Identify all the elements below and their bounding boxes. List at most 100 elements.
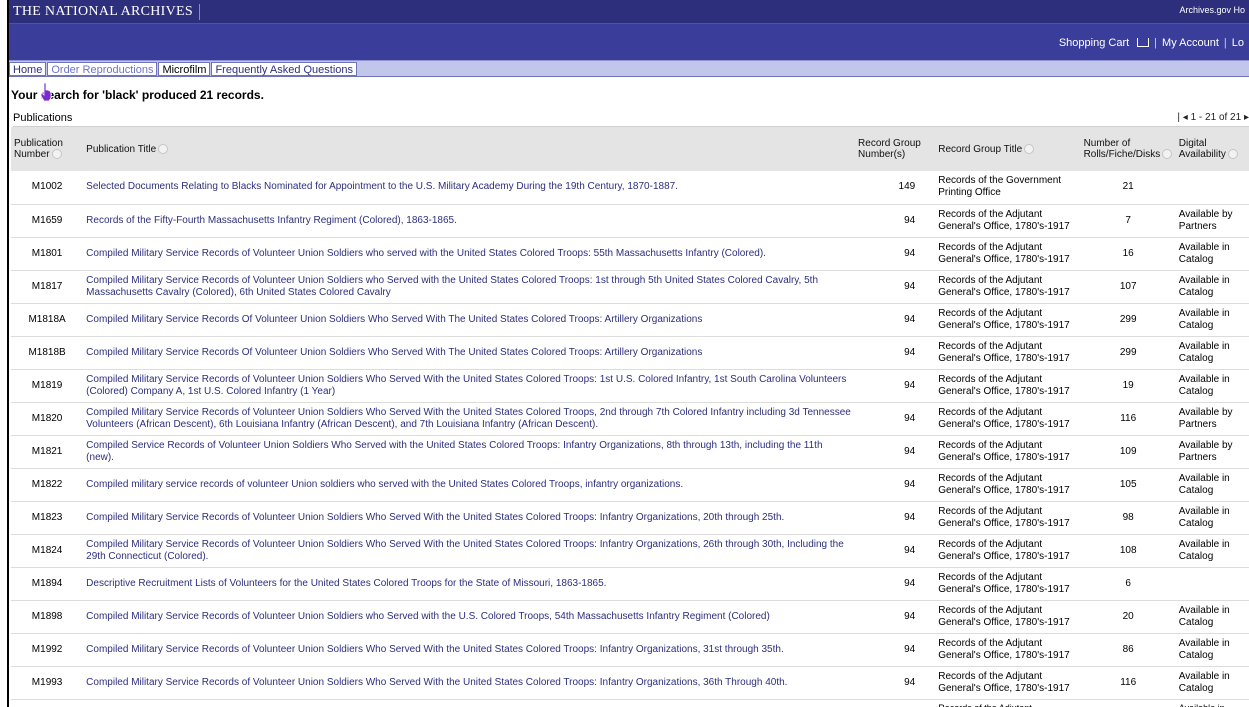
tab-microfilm[interactable]: Microfilm [158,62,211,76]
pub-title-link[interactable]: Compiled Military Service Records of Vol… [83,402,856,436]
pub-title-link[interactable]: Compiled Military Service Records of Vol… [83,369,856,403]
pub-number: M1992 [11,633,84,667]
digital-availability: Available in Catalog [1175,303,1249,337]
my-account-link[interactable]: My Account [1157,37,1224,49]
pub-title-link[interactable]: Compiled Military Service Records of Vol… [83,534,856,568]
pub-title-link[interactable]: Compiled Military Service Records of Vol… [83,666,856,700]
rolls-count: 108 [1080,534,1176,568]
table-row: M1898 Compiled Military Service Records o… [11,600,1249,634]
pager-separator: | [1177,112,1180,123]
pub-title-link[interactable]: Compiled Military Service Records of Vol… [83,237,856,271]
col-number-of-rolls[interactable]: Number of Rolls/Fiche/Disks [1080,127,1176,171]
partial-cell: Available in [1176,699,1249,707]
pub-title-link[interactable]: Selected Documents Relating to Blacks No… [83,171,856,205]
col-record-group-title[interactable]: Record Group Title [935,127,1081,171]
table-row: M1817 Compiled Military Service Records o… [11,270,1249,304]
table-row: M1818A Compiled Military Service Records … [11,303,1249,337]
pub-number: M1993 [11,666,84,700]
col-digital-availability[interactable]: Digital Availability [1175,127,1249,171]
pub-title-link[interactable]: Compiled Military Service Records of Vol… [83,270,856,304]
shopping-cart-link[interactable]: Shopping Cart [1049,37,1154,49]
account-bar: Shopping Cart | My Account | Lo [9,23,1249,60]
nav-tabs: Home Order Reproductions Microfilm Frequ… [9,62,358,76]
pub-title-link[interactable]: Compiled Service Records of Volunteer Un… [83,435,856,469]
archives-home-link[interactable]: Archives.gov Ho [1179,5,1245,15]
table-row: M1819 Compiled Military Service Records o… [11,369,1249,403]
rg-title: Records of the Adjutant General's Office… [935,501,1081,535]
rolls-count: 105 [1080,468,1176,502]
pager: | ◂ 1 - 21 of 21 ▸ [1177,112,1249,123]
col-publication-title[interactable]: Publication Title [83,127,856,171]
rg-title: Records of the Adjutant General's Office… [935,204,1081,238]
prev-page-icon[interactable]: ◂ [1183,112,1188,123]
rg-title: Records of the Adjutant General's Office… [935,633,1081,667]
table-row: M1823 Compiled Military Service Records o… [11,501,1249,535]
rg-title: Records of the Adjutant General's Office… [935,237,1081,271]
digital-availability: Available by Partners [1175,402,1249,436]
pub-title-link[interactable]: Compiled Military Service Records Of Vol… [83,303,856,337]
pub-title-link[interactable]: Compiled Military Service Records of Vol… [83,501,856,535]
rg-title: Records of the Adjutant General's Office… [935,567,1081,601]
pager-text: 1 - 21 of 21 [1190,112,1242,123]
page-frame: THE NATIONAL ARCHIVES Archives.gov Ho Sh… [7,0,1249,707]
rg-number: 94 [855,600,936,634]
rolls-count: 19 [1080,369,1176,403]
partial-cell [83,699,855,707]
top-header: THE NATIONAL ARCHIVES Archives.gov Ho [9,0,1249,23]
digital-availability [1175,567,1249,601]
sort-icon[interactable] [1227,149,1238,160]
rg-number: 94 [855,303,936,337]
shopping-cart-label: Shopping Cart [1058,37,1130,49]
pub-title-link[interactable]: Records of the Fifty-Fourth Massachusett… [83,204,856,238]
partial-cell [1081,699,1176,707]
pub-number: M1820 [11,402,84,436]
pub-number: M1822 [11,468,84,502]
table-row: M1659 Records of the Fifty-Fourth Massach… [11,204,1249,238]
tab-faq[interactable]: Frequently Asked Questions [211,62,358,76]
sort-icon[interactable] [1024,143,1035,154]
rg-title: Records of the Adjutant General's Office… [935,600,1081,634]
col-record-group-number[interactable]: Record Group Number(s) [855,127,936,171]
pub-title-link[interactable]: Compiled military service records of vol… [83,468,856,502]
rg-number: 94 [855,369,936,403]
pub-title-link[interactable]: Descriptive Recruitment Lists of Volunte… [83,567,856,601]
col-label: Record Group Number(s) [858,138,921,160]
tab-order-reproductions[interactable]: Order Reproductions [47,62,158,76]
rolls-count: 21 [1080,171,1176,205]
partial-cell: Records of the Adjutant [935,699,1080,707]
log-link[interactable]: Lo [1227,37,1249,49]
rolls-count: 86 [1080,633,1176,667]
rolls-count: 299 [1080,303,1176,337]
sort-icon[interactable] [1162,149,1173,160]
pub-title-link[interactable]: Compiled Military Service Records of Vol… [83,600,856,634]
rolls-count: 6 [1080,567,1176,601]
rg-number: 94 [855,270,936,304]
sort-icon[interactable] [51,149,62,160]
pub-number: M1821 [11,435,84,469]
next-page-icon[interactable]: ▸ [1244,112,1249,123]
site-title[interactable]: THE NATIONAL ARCHIVES [13,4,200,20]
pub-number: M1659 [11,204,84,238]
pub-number: M1819 [11,369,84,403]
rg-title: Records of the Adjutant General's Office… [935,435,1081,469]
pub-title-link[interactable]: Compiled Military Service Records Of Vol… [83,336,856,370]
cart-icon [1137,38,1150,47]
sort-icon[interactable] [158,143,169,154]
digital-availability: Available in Catalog [1175,666,1249,700]
pub-number: M1817 [11,270,84,304]
table-row: M1818B Compiled Military Service Records … [11,336,1249,370]
rolls-count: 109 [1080,435,1176,469]
digital-availability: Available in Catalog [1175,633,1249,667]
digital-availability [1175,171,1249,205]
pub-title-link[interactable]: Compiled Military Service Records of Vol… [83,633,856,667]
partial-cell [11,699,83,707]
rg-title: Records of the Adjutant General's Office… [935,270,1081,304]
rg-title: Records of the Adjutant General's Office… [935,666,1081,700]
pub-number: M1818B [11,336,84,370]
rg-number: 94 [855,534,936,568]
pub-number: M1898 [11,600,84,634]
digital-availability: Available in Catalog [1175,468,1249,502]
tab-home[interactable]: Home [9,62,47,76]
rg-number: 94 [855,402,936,436]
col-publication-number[interactable]: Publication Number [11,127,84,171]
